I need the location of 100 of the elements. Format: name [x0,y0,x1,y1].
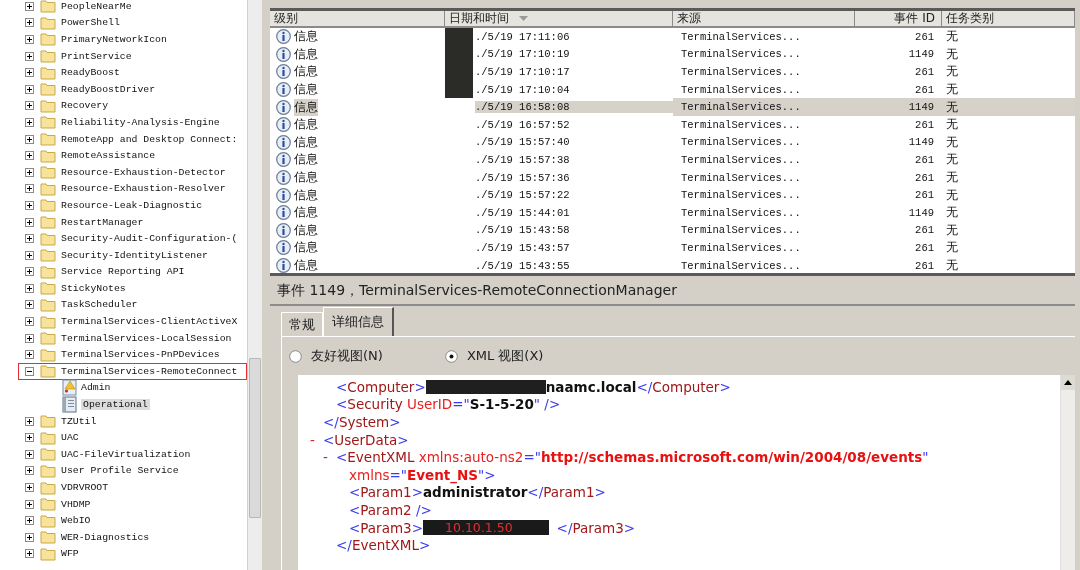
folder-icon [40,15,56,30]
expand-icon[interactable] [25,433,34,443]
expand-icon[interactable] [25,300,34,310]
tree-item[interactable]: User Profile Service [61,465,179,477]
tree-item[interactable]: PrimaryNetworkIcon [61,34,167,45]
tree-item[interactable]: Resource-Leak-Diagnostic [61,199,203,211]
expand-icon[interactable] [25,483,34,492]
table-cell[interactable]: 信息 [294,186,318,204]
table-cell[interactable]: 信息 [294,239,318,257]
tree-item[interactable]: Resource-Exhaustion-Resolver [61,183,226,195]
log-icon [62,396,77,414]
tree-item[interactable]: WER-Diagnostics [61,531,150,543]
radio-button[interactable]: 友好视图(N) [289,347,383,365]
expand-icon[interactable] [25,217,34,227]
tree-item[interactable]: VHDMP [61,498,91,510]
tree-item[interactable]: RemoteApp and Desktop Connect: [61,133,238,145]
expand-icon[interactable] [25,250,34,260]
table-cell[interactable]: 信息 [294,28,318,46]
tree-item[interactable]: ReadyBoostDriver [61,83,156,95]
expand-icon[interactable] [25,466,34,476]
table-cell[interactable]: 信息 [294,116,318,134]
column-header[interactable]: 事件 ID [855,11,942,28]
tree-item[interactable]: WebIO [61,515,91,527]
expand-icon[interactable] [25,184,34,194]
expand-icon[interactable] [25,317,34,327]
expand-icon[interactable] [25,84,34,94]
scrollbar[interactable] [1060,375,1075,570]
radio-button[interactable]: XML 视图(X) [444,347,544,365]
table-cell[interactable]: 信息 [294,133,318,151]
tree-item[interactable]: Operational [81,399,150,411]
tree-item[interactable]: TaskScheduler [61,299,138,311]
expand-icon[interactable] [25,283,34,293]
expand-icon[interactable] [25,267,34,277]
tab[interactable]: 详细信息 [323,307,394,336]
tree-item[interactable]: RemoteAssistance [61,150,156,162]
tree-item[interactable]: ReadyBoost [61,67,120,79]
tree-item[interactable]: Recovery [61,100,109,112]
expand-icon[interactable] [25,333,34,343]
expand-icon[interactable] [25,234,34,244]
info-icon [276,99,291,115]
expand-icon[interactable] [25,35,34,44]
tree-item[interactable]: TerminalServices-LocalSession [61,332,232,344]
tree-item[interactable]: Security-IdentityListener [61,249,208,261]
table-cell[interactable]: 信息 [294,63,318,81]
tree-item[interactable]: TerminalServices-ClientActiveX [61,316,238,328]
column-header[interactable]: 级别 [270,11,445,28]
column-header[interactable]: 日期和时间 [445,11,673,28]
expand-icon[interactable] [25,499,34,509]
tab[interactable]: 常规 [281,312,323,336]
table-cell[interactable]: 信息 [294,204,318,222]
table-cell[interactable]: 信息 [294,169,318,187]
scrollbar[interactable] [247,0,262,570]
table-cell-text: 无 [945,81,959,99]
collapse-icon[interactable] [25,366,34,376]
scroll-up-icon[interactable] [1064,380,1072,385]
tree-item[interactable]: Security-Audit-Configuration-( [61,233,238,245]
expand-icon[interactable] [25,416,34,426]
expand-icon[interactable] [25,101,34,111]
table-cell[interactable]: 信息 [294,257,318,273]
expand-icon[interactable] [25,1,34,11]
expand-icon[interactable] [25,516,34,526]
expand-icon[interactable] [25,549,34,559]
tree-item[interactable]: Reliability-Analysis-Engine [61,116,220,128]
expand-icon[interactable] [25,18,34,28]
table-cell[interactable]: 信息 [294,81,318,99]
tree-item[interactable]: PrintService [61,50,132,62]
xml-line: <Computer> naamc.local</Computer> [336,378,731,395]
tree-item[interactable]: Service Reporting API [61,266,185,278]
expand-icon[interactable] [25,151,34,161]
tree-item[interactable]: VDRVROOT [61,482,109,493]
table-cell-text: TerminalServices... [680,223,802,239]
expand-icon[interactable] [25,51,34,61]
tree-item[interactable]: RestartManager [61,216,144,228]
expand-icon[interactable] [25,134,34,144]
expand-icon[interactable] [25,117,34,127]
tree-item[interactable]: Resource-Exhaustion-Detector [61,166,226,178]
expand-icon[interactable] [25,350,34,360]
expand-icon[interactable] [25,200,34,210]
table-cell-text: 261 [914,170,935,186]
expand-icon[interactable] [25,532,34,542]
tree-item[interactable]: PeopleNearMe [61,0,132,12]
tree-item[interactable]: UAC-FileVirtualization [61,448,191,460]
table-cell[interactable]: 信息 [294,45,318,63]
tree-item[interactable]: WFP [61,548,79,560]
table-cell[interactable]: 信息 [294,221,318,239]
column-header[interactable]: 任务类别 [942,11,1075,28]
table-cell-text: 无 [945,28,959,46]
expand-icon[interactable] [25,167,34,177]
tree-item[interactable]: TerminalServices-RemoteConnect [61,365,238,377]
tree-item[interactable]: TerminalServices-PnPDevices [61,349,220,361]
tree-item[interactable]: TZUtil [61,415,97,427]
tree-item[interactable]: UAC [61,432,79,444]
tree-item[interactable]: Admin [81,382,111,394]
tree-item[interactable]: PowerShell [61,17,120,29]
column-header[interactable]: 来源 [673,11,855,28]
table-cell[interactable]: 信息 [294,98,318,116]
expand-icon[interactable] [25,68,34,78]
tree-item[interactable]: StickyNotes [61,282,126,294]
table-cell[interactable]: 信息 [294,151,318,169]
expand-icon[interactable] [25,449,34,459]
